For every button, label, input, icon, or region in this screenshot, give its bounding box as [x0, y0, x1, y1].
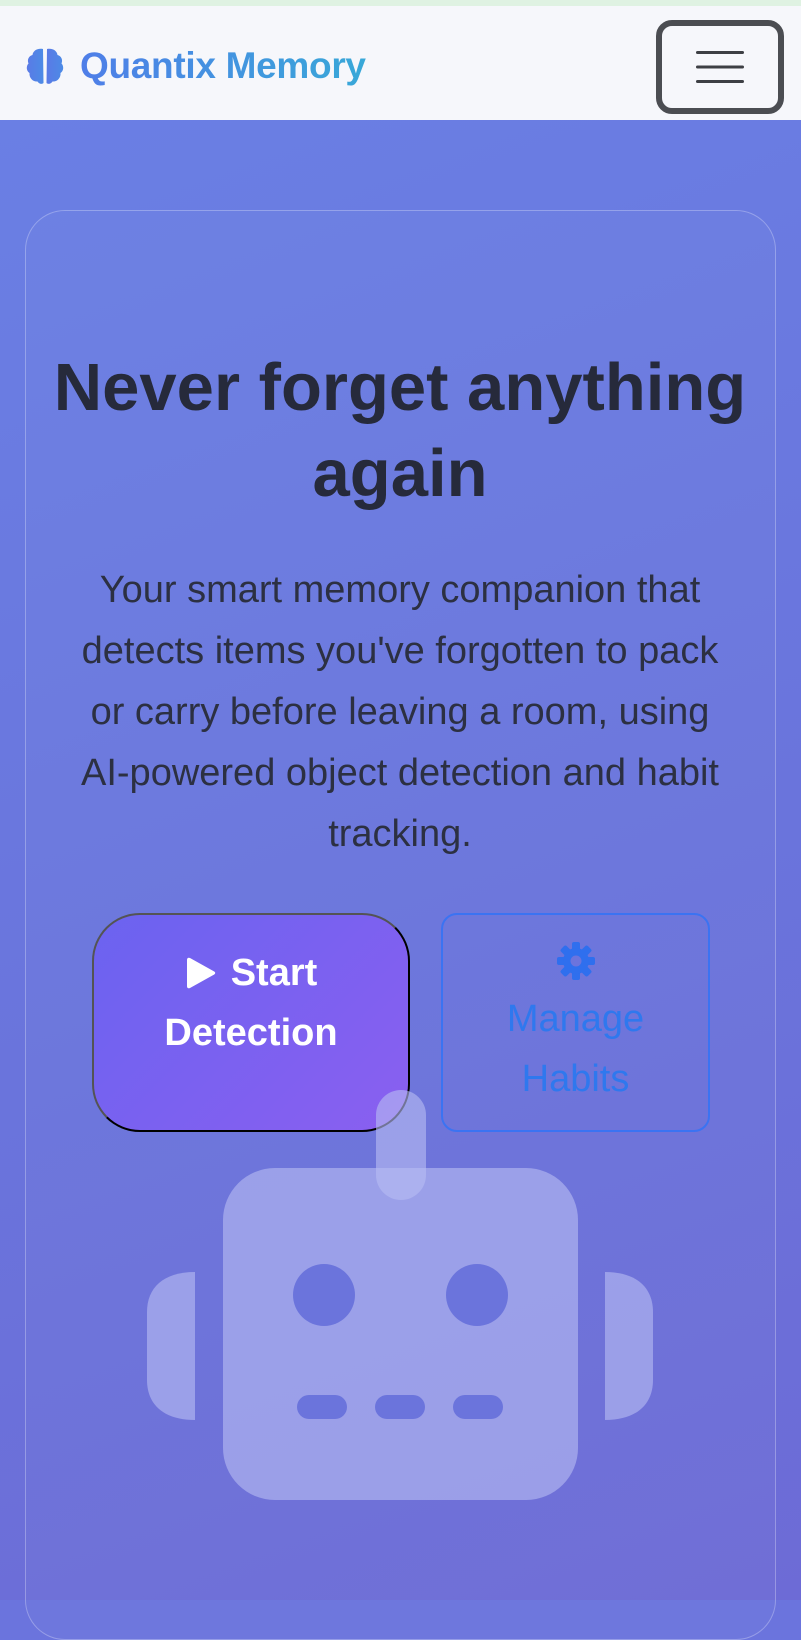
- brand-name: Quantix Memory: [80, 45, 366, 86]
- hero-headline: Never forget anything again: [53, 350, 747, 511]
- gear-icon: [556, 942, 595, 980]
- menu-toggle-button[interactable]: [656, 20, 784, 114]
- start-detection-line1: Start: [185, 943, 318, 1003]
- start-detection-label-1: Start: [230, 952, 318, 994]
- brain-icon: [26, 48, 64, 84]
- robot-icon: [147, 1090, 653, 1500]
- hero-tagline: Your smart memory companion that detects…: [81, 569, 719, 855]
- brand-link[interactable]: Quantix Memory: [24, 36, 366, 96]
- start-detection-label-2: Detection: [164, 1012, 338, 1054]
- hamburger-icon: [696, 51, 744, 83]
- navbar: Quantix Memory: [0, 6, 801, 120]
- play-icon: [186, 957, 215, 989]
